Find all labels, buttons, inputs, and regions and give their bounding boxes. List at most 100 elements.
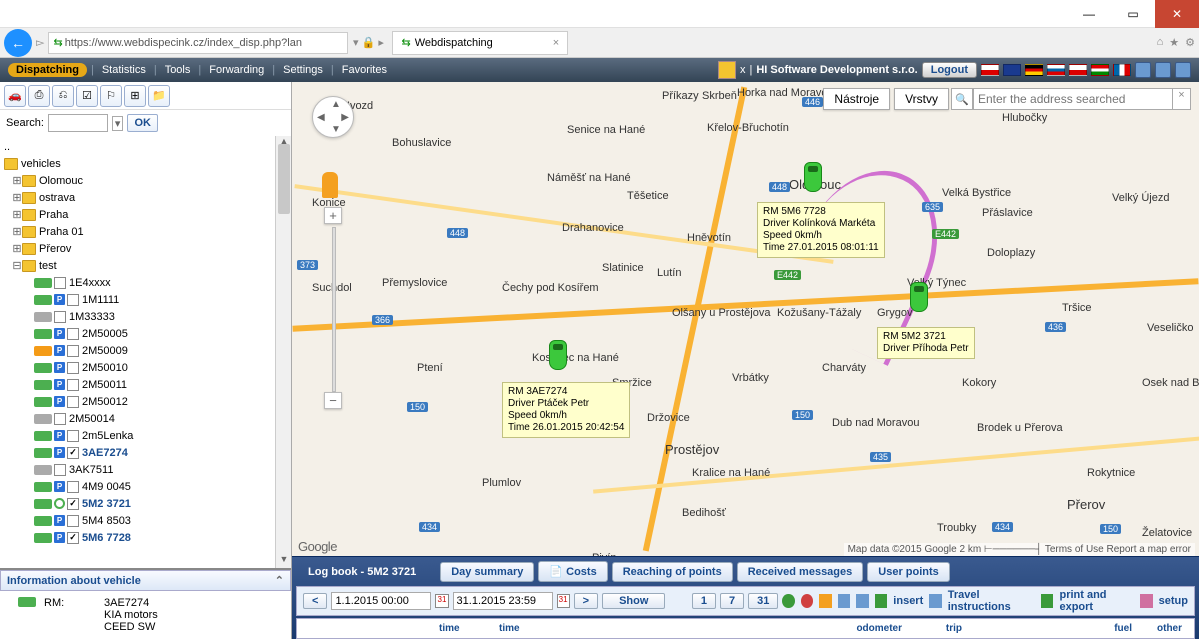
tab-reaching[interactable]: Reaching of points — [612, 562, 733, 582]
vehicle-label[interactable]: 5M2 3721 — [82, 498, 131, 510]
action-icon[interactable] — [801, 594, 813, 608]
vehicle-check[interactable] — [54, 277, 66, 289]
tab-day-summary[interactable]: Day summary — [440, 562, 534, 582]
vehicle-check[interactable] — [67, 515, 79, 527]
vehicle-check[interactable] — [67, 294, 79, 306]
insert-link[interactable]: insert — [893, 595, 923, 607]
vehicle-label[interactable]: 5M4 8503 — [82, 515, 131, 527]
flag-hu[interactable] — [1091, 64, 1109, 76]
search-dropdown[interactable]: ▾ — [112, 116, 124, 131]
tool-check-icon[interactable]: ☑ — [76, 85, 98, 107]
logout-button[interactable]: Logout — [922, 62, 977, 78]
calendar-icon[interactable]: 31 — [557, 594, 570, 608]
expand-icon[interactable]: ⊞ — [12, 225, 22, 238]
folder-vehicles[interactable]: vehicles — [21, 158, 61, 170]
expand-icon[interactable]: ⊞ — [12, 191, 22, 204]
flag-sk[interactable] — [1047, 64, 1065, 76]
flag-pl[interactable] — [1069, 64, 1087, 76]
vehicle-check[interactable] — [54, 464, 66, 476]
gear-icon[interactable]: ⚙ — [1185, 36, 1195, 49]
expand-icon[interactable]: ⊟ — [12, 259, 22, 272]
date-from-input[interactable] — [331, 592, 431, 610]
zoom-slider[interactable] — [332, 227, 336, 392]
user-icon[interactable] — [718, 61, 736, 79]
tab-user-points[interactable]: User points — [867, 562, 950, 582]
folder-praha01[interactable]: Praha 01 — [39, 226, 84, 238]
plus-icon[interactable] — [875, 594, 887, 608]
map-tools-button[interactable]: Nástroje — [823, 88, 890, 110]
scroll-down-icon[interactable]: ▼ — [276, 554, 291, 568]
star-icon[interactable]: ★ — [1169, 36, 1179, 49]
browser-forward[interactable]: ▻ — [36, 36, 44, 49]
date-to-input[interactable] — [453, 592, 553, 610]
vehicle-label[interactable]: 2M50009 — [82, 345, 128, 357]
car-marker[interactable] — [804, 162, 822, 192]
search-ok-button[interactable]: OK — [127, 114, 158, 132]
vehicle-check[interactable] — [67, 481, 79, 493]
tab-close[interactable]: × — [553, 37, 559, 49]
header-x[interactable]: x — [740, 64, 746, 76]
vehicle-label[interactable]: 2M50011 — [82, 379, 127, 391]
folder-praha[interactable]: Praha — [39, 209, 68, 221]
prev-button[interactable]: < — [303, 593, 327, 609]
tab-logbook[interactable]: Log book - 5M2 3721 — [298, 563, 436, 581]
tree-root[interactable]: .. — [4, 141, 10, 153]
vehicle-check[interactable] — [67, 430, 79, 442]
vehicle-label[interactable]: 2m5Lenka — [82, 430, 133, 442]
travel-link[interactable]: Travel instructions — [948, 589, 1035, 613]
map-pan-control[interactable]: ▲▼ ◀▶ — [312, 96, 354, 138]
vehicle-label[interactable]: 5M6 7728 — [82, 532, 131, 544]
tool-3[interactable]: ⎌ — [52, 85, 74, 107]
show-button[interactable]: Show — [602, 593, 665, 609]
menu-tools[interactable]: Tools — [157, 64, 199, 76]
next-button[interactable]: > — [574, 593, 598, 609]
vehicle-check[interactable] — [67, 532, 79, 544]
tool-5[interactable]: ⚐ — [100, 85, 122, 107]
tab-received[interactable]: Received messages — [737, 562, 864, 582]
menu-favorites[interactable]: Favorites — [334, 64, 395, 76]
vehicle-label[interactable]: 2M50010 — [82, 362, 128, 374]
folder-test[interactable]: test — [39, 260, 57, 272]
streetview-pegman[interactable] — [322, 172, 338, 198]
flag-uk[interactable] — [1003, 64, 1021, 76]
vehicle-label[interactable]: 4M9 0045 — [82, 481, 131, 493]
folder-ostrava[interactable]: ostrava — [39, 192, 75, 204]
range-7-button[interactable]: 7 — [720, 593, 744, 609]
calendar-icon[interactable]: 31 — [435, 594, 448, 608]
setup-link[interactable]: setup — [1159, 595, 1188, 607]
map-search-input[interactable] — [973, 88, 1173, 110]
window-minimize[interactable]: — — [1067, 0, 1111, 28]
home-icon[interactable]: ⌂ — [1157, 36, 1164, 49]
action-icon[interactable] — [782, 594, 794, 608]
excel-icon[interactable] — [1041, 594, 1053, 608]
vehicle-check[interactable] — [67, 362, 79, 374]
expand-icon[interactable]: ⊞ — [12, 174, 22, 187]
vehicle-label[interactable]: 2M50014 — [69, 413, 115, 425]
window-close[interactable]: ✕ — [1155, 0, 1199, 28]
flag-cz[interactable] — [981, 64, 999, 76]
search-input[interactable] — [48, 114, 108, 132]
tree-scrollbar[interactable]: ▲ ▼ — [275, 136, 291, 568]
tool-folder-icon[interactable]: 📁 — [148, 85, 170, 107]
vehicle-check[interactable] — [67, 447, 79, 459]
print-export-link[interactable]: print and export — [1059, 589, 1134, 613]
zoom-in[interactable]: + — [324, 207, 342, 224]
window-maximize[interactable]: ▭ — [1111, 0, 1155, 28]
range-1-button[interactable]: 1 — [692, 593, 716, 609]
vehicle-check[interactable] — [67, 328, 79, 340]
car-marker[interactable] — [549, 340, 567, 370]
menu-statistics[interactable]: Statistics — [94, 64, 154, 76]
vehicle-check[interactable] — [67, 345, 79, 357]
vehicle-label[interactable]: 3AK7511 — [69, 464, 113, 476]
action-icon[interactable] — [819, 594, 831, 608]
tab-costs[interactable]: 📄 Costs — [538, 561, 607, 582]
menu-dispatching[interactable]: Dispatching — [8, 63, 87, 77]
url-box[interactable]: ⇆ https://www.webdispecink.cz/index_disp… — [48, 32, 348, 54]
tool-car-icon[interactable]: 🚗 — [4, 85, 26, 107]
tool-2[interactable]: ⎙ — [28, 85, 50, 107]
folder-olomouc[interactable]: Olomouc — [39, 175, 83, 187]
expand-icon[interactable]: ⊞ — [12, 242, 22, 255]
vehicle-check[interactable] — [54, 413, 66, 425]
info-collapse-icon[interactable]: ⌃ — [275, 574, 284, 587]
clear-search-icon[interactable]: × — [1173, 88, 1191, 110]
